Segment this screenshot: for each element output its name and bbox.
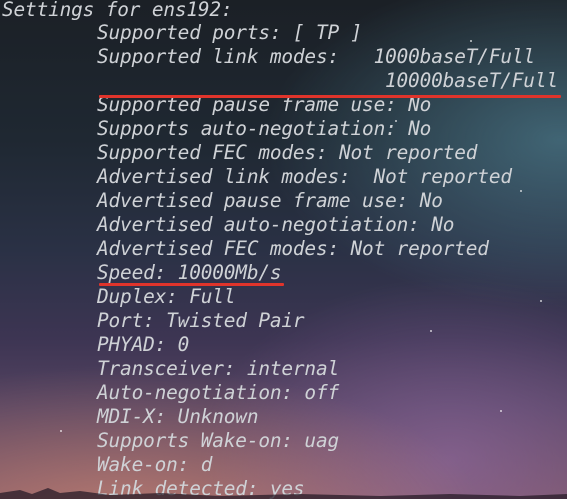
terminal-line-supported-ports: Supported ports: [ TP ] (97, 21, 363, 44)
terminal-line-supported-fec: Supported FEC modes: Not reported (97, 141, 478, 164)
terminal-line-supported-link-modes: Supported link modes: 1000baseT/Full (97, 45, 535, 68)
highlight-underline-link-modes (99, 95, 561, 98)
terminal-line-advertised-link-modes: Advertised link modes: Not reported (97, 165, 512, 188)
terminal-line-wake-on: Wake-on: d (97, 453, 213, 476)
wallpaper-treeline (0, 488, 567, 499)
highlight-underline-speed (99, 283, 284, 286)
terminal-output: Settings for ens192: Supported ports: [ … (0, 0, 567, 499)
terminal-line-port: Port: Twisted Pair (97, 309, 305, 332)
terminal-line-duplex: Duplex: Full (97, 285, 236, 308)
terminal-line-auto-negotiation: Auto-negotiation: off (97, 381, 340, 404)
terminal-line-speed: Speed: 10000Mb/s (97, 261, 282, 284)
terminal-line-advertised-fec: Advertised FEC modes: Not reported (97, 237, 489, 260)
settings-header: Settings for ens192: (2, 0, 233, 21)
terminal-line-phyad: PHYAD: 0 (97, 333, 190, 356)
terminal-line-transceiver: Transceiver: internal (97, 357, 340, 380)
terminal-line-supports-autoneg: Supports auto-negotiation: No (97, 117, 432, 140)
terminal-line-advertised-autoneg: Advertised auto-negotiation: No (97, 213, 455, 236)
terminal-line-mdi-x: MDI-X: Unknown (97, 405, 259, 428)
terminal-line-advertised-pause: Advertised pause frame use: No (97, 189, 443, 212)
terminal-line-supports-wake-on: Supports Wake-on: uag (97, 429, 340, 452)
terminal-line-link-mode-10000baset: 10000baseT/Full (385, 69, 558, 92)
